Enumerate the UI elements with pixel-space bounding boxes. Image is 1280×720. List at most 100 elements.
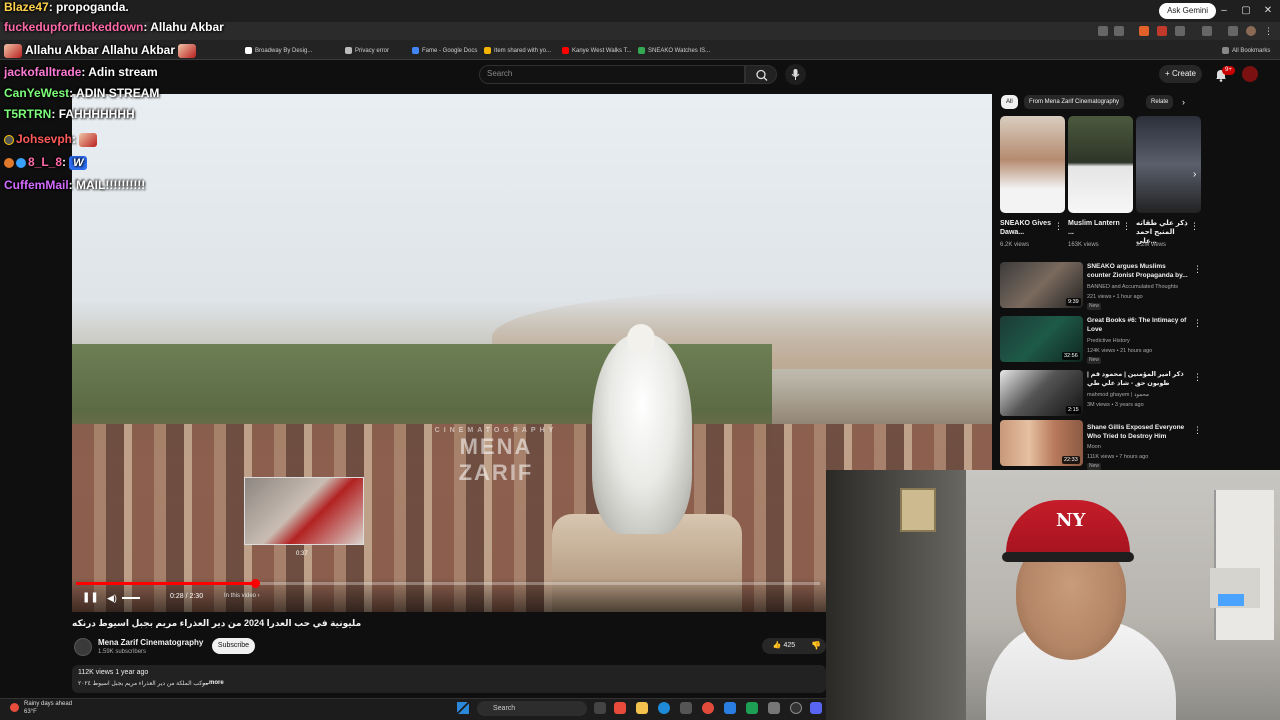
windows-start-icon[interactable]: [457, 702, 469, 714]
profile-avatar[interactable]: [1246, 26, 1256, 36]
short-thumbnail[interactable]: [1068, 116, 1133, 213]
channel-avatar[interactable]: [74, 638, 92, 656]
webcam-wall: [826, 470, 966, 720]
weather-icon[interactable]: [10, 703, 19, 712]
time-display: 0:28 / 2:30: [170, 593, 204, 600]
bookmark-item[interactable]: Item shared with yo...: [484, 45, 551, 56]
chip-from-channel[interactable]: From Mena Zarif Cinematography: [1024, 95, 1125, 109]
task-view-icon[interactable]: [594, 702, 606, 714]
progress-fill: [76, 582, 255, 585]
side-panel-icon[interactable]: [1202, 26, 1212, 36]
pause-button[interactable]: ❚❚: [82, 592, 99, 604]
video-title-link[interactable]: ذكر امير المؤمنين | محمود قم | طوبون حق …: [1087, 371, 1190, 388]
excel-icon[interactable]: [746, 702, 758, 714]
obs-icon[interactable]: [790, 702, 802, 714]
short-thumbnail[interactable]: [1136, 116, 1201, 213]
chat-message: Blaze47: propoganda.: [4, 0, 129, 14]
app-icon[interactable]: [614, 702, 626, 714]
menu-icon[interactable]: ⋮: [1264, 26, 1274, 36]
description-box[interactable]: [72, 665, 826, 693]
extension-icon[interactable]: [1139, 26, 1149, 36]
more-options-icon[interactable]: ⋮: [1190, 221, 1199, 232]
mic-icon: [791, 69, 800, 80]
video-title-link[interactable]: Shane Gillis Exposed Everyone Who Tried …: [1087, 424, 1190, 441]
subscribe-button[interactable]: Subscribe: [212, 638, 255, 654]
ny-logo-icon: NY: [1056, 510, 1086, 531]
bookmark-item[interactable]: Privacy error: [345, 45, 389, 56]
youtube-icon: [562, 47, 569, 54]
short-title[interactable]: Muslim Lantern ...: [1068, 219, 1126, 237]
view-stats: 112K views 1 year ago: [78, 669, 149, 676]
more-options-icon[interactable]: ⋮: [1193, 372, 1202, 383]
close-window-button[interactable]: ✕: [1258, 4, 1278, 18]
store-icon[interactable]: [680, 702, 692, 714]
badge-icon: [16, 157, 26, 168]
progress-scrubber[interactable]: [250, 579, 260, 588]
cap-brim: [1002, 552, 1134, 562]
search-button[interactable]: [745, 65, 777, 84]
install-icon[interactable]: [1098, 26, 1108, 36]
all-bookmarks-button[interactable]: All Bookmarks: [1222, 45, 1270, 56]
video-duration: 9:39: [1066, 298, 1081, 306]
bookmark-item[interactable]: Fame - Google Docs: [412, 45, 477, 56]
show-more-link[interactable]: ...more: [204, 680, 224, 686]
docs-icon: [412, 47, 419, 54]
chip-related[interactable]: Relate: [1146, 95, 1174, 109]
minimize-button[interactable]: –: [1214, 4, 1234, 18]
taskbar-search[interactable]: Search: [477, 701, 587, 716]
short-views: 163K views: [1068, 242, 1099, 248]
bookmark-item[interactable]: SNEAKO Watches IS...: [638, 45, 710, 56]
channel-name[interactable]: Mena Zarif Cinematography: [98, 638, 203, 647]
discord-icon[interactable]: [810, 702, 822, 714]
create-button[interactable]: + Create: [1159, 65, 1202, 83]
video-meta: 124K views • 21 hours ago: [1087, 348, 1153, 354]
w-emote-icon: W: [69, 155, 88, 170]
search-input[interactable]: Search: [479, 65, 745, 84]
chip-all[interactable]: All: [1001, 95, 1018, 109]
download-icon[interactable]: [1228, 26, 1238, 36]
chevron-right-icon[interactable]: ›: [1193, 169, 1196, 180]
video-title-link[interactable]: SNEAKO argues Muslims counter Zionist Pr…: [1087, 263, 1190, 280]
video-title-link[interactable]: Great Books #6: The Intimacy of Love: [1087, 317, 1190, 334]
weather-widget[interactable]: Rainy days ahead 63°F: [24, 700, 72, 716]
seek-preview-time: 0:37: [296, 551, 308, 557]
chat-message: CuffemMail: MAIL!!!!!!!!!!: [4, 178, 146, 192]
short-views: 6.2K views: [1000, 242, 1030, 248]
account-avatar[interactable]: [1242, 66, 1258, 82]
file-explorer-icon[interactable]: [636, 702, 648, 714]
ask-gemini-button[interactable]: Ask Gemini: [1159, 3, 1216, 19]
video-channel[interactable]: mahmod ghayem | محمود: [1087, 391, 1149, 399]
app-icon[interactable]: [724, 702, 736, 714]
video-channel[interactable]: Moon: [1087, 443, 1101, 451]
dislike-button[interactable]: 👎: [806, 638, 826, 654]
bookmark-item[interactable]: Broadway By Desig...: [245, 45, 312, 56]
edge-icon[interactable]: [658, 702, 670, 714]
video-channel[interactable]: BANNED and Accumulated Thoughts: [1087, 283, 1178, 291]
monitor-screen: [1218, 594, 1244, 606]
voice-search-button[interactable]: [785, 64, 806, 85]
maximize-button[interactable]: ▢: [1236, 4, 1256, 18]
more-options-icon[interactable]: ⋮: [1054, 221, 1063, 232]
short-title[interactable]: SNEAKO Gives Dawa...: [1000, 219, 1058, 237]
volume-button[interactable]: ◀): [107, 592, 119, 604]
like-button[interactable]: 👍 425: [762, 638, 806, 654]
more-options-icon[interactable]: ⋮: [1193, 318, 1202, 329]
app-icon[interactable]: [768, 702, 780, 714]
extension-icon[interactable]: [1157, 26, 1167, 36]
chat-message: CanYeWest: ADIN STREAM: [4, 86, 160, 100]
short-thumbnail[interactable]: [1000, 116, 1065, 213]
folder-icon: [1222, 47, 1229, 54]
chrome-icon[interactable]: [702, 702, 714, 714]
drive-icon: [484, 47, 491, 54]
more-options-icon[interactable]: ⋮: [1193, 425, 1202, 436]
star-icon[interactable]: [1114, 26, 1124, 36]
more-options-icon[interactable]: ⋮: [1193, 264, 1202, 275]
video-channel[interactable]: Predictive History: [1087, 337, 1130, 345]
more-options-icon[interactable]: ⋮: [1122, 221, 1131, 232]
chat-message: jackofalltrade: Adin stream: [4, 65, 158, 79]
chapters-button[interactable]: In this video ›: [224, 593, 260, 599]
puzzle-icon[interactable]: [1175, 26, 1185, 36]
chevron-right-icon[interactable]: ›: [1182, 96, 1194, 108]
volume-slider[interactable]: [122, 597, 140, 599]
bookmark-item[interactable]: Kanye West Walks T...: [562, 45, 632, 56]
